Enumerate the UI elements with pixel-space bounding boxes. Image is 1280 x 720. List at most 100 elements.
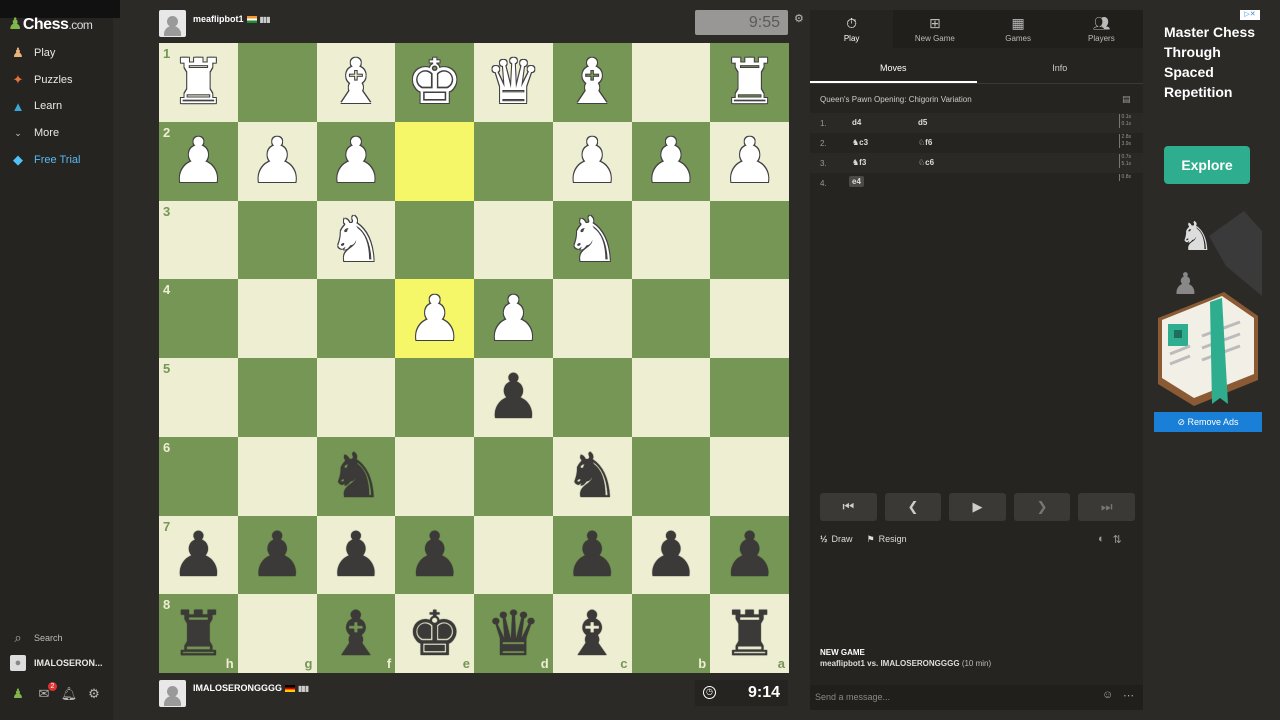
book-icon[interactable]: ▤	[1122, 94, 1131, 105]
black-pawn-icon[interactable]: ♟	[722, 523, 778, 586]
white-rook-icon[interactable]: ♜	[722, 51, 778, 113]
square-h3[interactable]: 3	[159, 200, 238, 280]
square-g8[interactable]: g	[237, 594, 317, 673]
square-f8[interactable]: f ♝	[316, 594, 396, 673]
square-f3[interactable]: ♞	[316, 200, 396, 280]
white-pawn-icon[interactable]: ♟	[643, 130, 699, 192]
square-c6[interactable]: ♞	[552, 436, 632, 516]
square-f5[interactable]	[316, 358, 396, 437]
first-move-button[interactable]: ⏮︎	[820, 493, 877, 521]
square-c8[interactable]: c ♝	[552, 594, 632, 673]
sidebar-item-free-trial[interactable]: ◆ Free Trial	[10, 150, 80, 170]
black-pawn-icon[interactable]: ♟	[328, 523, 384, 586]
tab-games[interactable]: ▦ Games	[977, 10, 1060, 48]
black-knight-icon[interactable]: ♞	[328, 445, 384, 507]
black-pawn-icon[interactable]: ♟	[407, 523, 463, 586]
square-a6[interactable]	[710, 436, 789, 516]
square-b2[interactable]: ♟	[631, 121, 711, 201]
tab-new-game[interactable]: ⊞ New Game	[893, 10, 976, 48]
square-f1[interactable]: ♝	[316, 43, 396, 122]
black-bishop-icon[interactable]: ♝	[328, 602, 384, 665]
white-pawn-icon[interactable]: ♟	[171, 130, 227, 192]
white-pawn-icon[interactable]: ♟	[564, 130, 620, 192]
bottom-player-avatar[interactable]	[159, 680, 186, 707]
square-f7[interactable]: ♟	[316, 515, 396, 595]
square-c3[interactable]: ♞	[552, 200, 632, 280]
black-bishop-icon[interactable]: ♝	[564, 602, 620, 665]
white-move[interactable]: d4	[852, 118, 861, 127]
square-h2[interactable]: 2 ♟	[159, 121, 238, 201]
top-player-name[interactable]: meaflipbot1	[193, 14, 244, 24]
square-e5[interactable]	[395, 358, 474, 437]
square-f4[interactable]	[316, 279, 396, 358]
square-b5[interactable]	[631, 358, 711, 437]
top-player-avatar[interactable]	[159, 10, 186, 37]
sidebar-item-learn[interactable]: ▲ Learn	[10, 96, 63, 116]
square-h1[interactable]: 1 ♜	[159, 43, 238, 122]
square-c1[interactable]: ♝	[552, 43, 632, 122]
subtab-info[interactable]: Info	[977, 58, 1144, 83]
square-e7[interactable]: ♟	[395, 515, 474, 595]
square-e1[interactable]: ♚	[395, 43, 474, 122]
square-e8[interactable]: e ♚	[395, 594, 474, 673]
square-a8[interactable]: a ♜	[710, 594, 789, 673]
white-queen-icon[interactable]: ♛	[486, 51, 542, 113]
white-move[interactable]: ♞f3	[852, 158, 866, 167]
square-b6[interactable]	[631, 436, 711, 516]
analysis-icon[interactable]: ◐	[1098, 533, 1105, 546]
square-c5[interactable]	[552, 358, 632, 437]
black-move[interactable]: ♘f6	[918, 138, 932, 147]
ad-choices-badge[interactable]: ▷✕	[1240, 10, 1260, 20]
black-knight-icon[interactable]: ♞	[564, 445, 620, 507]
square-h8[interactable]: 8 h ♜	[159, 594, 238, 673]
square-g7[interactable]: ♟	[237, 515, 317, 595]
sidebar-search[interactable]: ⌕ Search	[10, 628, 62, 648]
subtab-moves[interactable]: Moves	[810, 58, 977, 83]
white-pawn-icon[interactable]: ♟	[328, 130, 384, 192]
square-a1[interactable]: ♜	[710, 43, 789, 122]
white-knight-icon[interactable]: ♞	[564, 208, 620, 271]
square-e3[interactable]	[395, 200, 474, 280]
square-h6[interactable]: 6	[159, 436, 238, 516]
black-rook-icon[interactable]: ♜	[722, 602, 778, 665]
emoji-icon[interactable]: ☺	[1102, 689, 1113, 701]
square-d3[interactable]	[474, 200, 553, 280]
previous-move-button[interactable]: ❮	[884, 493, 942, 521]
sidebar-item-puzzles[interactable]: ✦ Puzzles	[10, 70, 73, 90]
square-a3[interactable]	[710, 200, 789, 280]
square-g1[interactable]	[237, 43, 317, 122]
square-g2[interactable]: ♟	[237, 121, 317, 201]
square-a7[interactable]: ♟	[710, 515, 789, 595]
white-move[interactable]: ♞c3	[852, 138, 868, 147]
resign-button[interactable]: ⚑ Resign	[867, 534, 907, 545]
square-g5[interactable]	[237, 358, 317, 437]
square-d2[interactable]	[474, 121, 553, 201]
current-move[interactable]: e4	[849, 176, 864, 187]
remove-ads-button[interactable]: ⊘ Remove Ads	[1154, 412, 1262, 432]
black-move[interactable]: ♘c6	[918, 158, 934, 167]
square-c2[interactable]: ♟	[552, 121, 632, 201]
white-bishop-icon[interactable]: ♝	[328, 51, 384, 113]
square-h4[interactable]: 4	[159, 279, 238, 358]
square-b7[interactable]: ♟	[631, 515, 711, 595]
tab-play[interactable]: ⏱︎ Play	[810, 10, 894, 48]
square-d4[interactable]: ♟	[474, 279, 553, 358]
white-pawn-icon[interactable]: ♟	[249, 130, 305, 192]
square-a2[interactable]: ♟	[710, 121, 789, 201]
play-button[interactable]: ▶	[949, 493, 1006, 521]
more-options-icon[interactable]: ⋯	[1123, 689, 1134, 702]
square-g6[interactable]	[237, 436, 317, 516]
white-knight-icon[interactable]: ♞	[328, 208, 384, 271]
black-move[interactable]: d5	[918, 118, 927, 127]
square-e2[interactable]	[395, 121, 474, 201]
black-king-icon[interactable]: ♚	[407, 602, 463, 665]
square-d7[interactable]	[474, 515, 553, 595]
chat-input[interactable]	[815, 689, 1085, 705]
black-pawn-icon[interactable]: ♟	[564, 523, 620, 586]
square-b8[interactable]: b	[631, 594, 711, 673]
bell-icon[interactable]: 🔔︎	[61, 686, 78, 702]
square-g3[interactable]	[237, 200, 317, 280]
next-move-button[interactable]: ❯	[1013, 493, 1071, 521]
square-h5[interactable]: 5	[159, 358, 238, 437]
black-queen-icon[interactable]: ♛	[486, 602, 542, 665]
